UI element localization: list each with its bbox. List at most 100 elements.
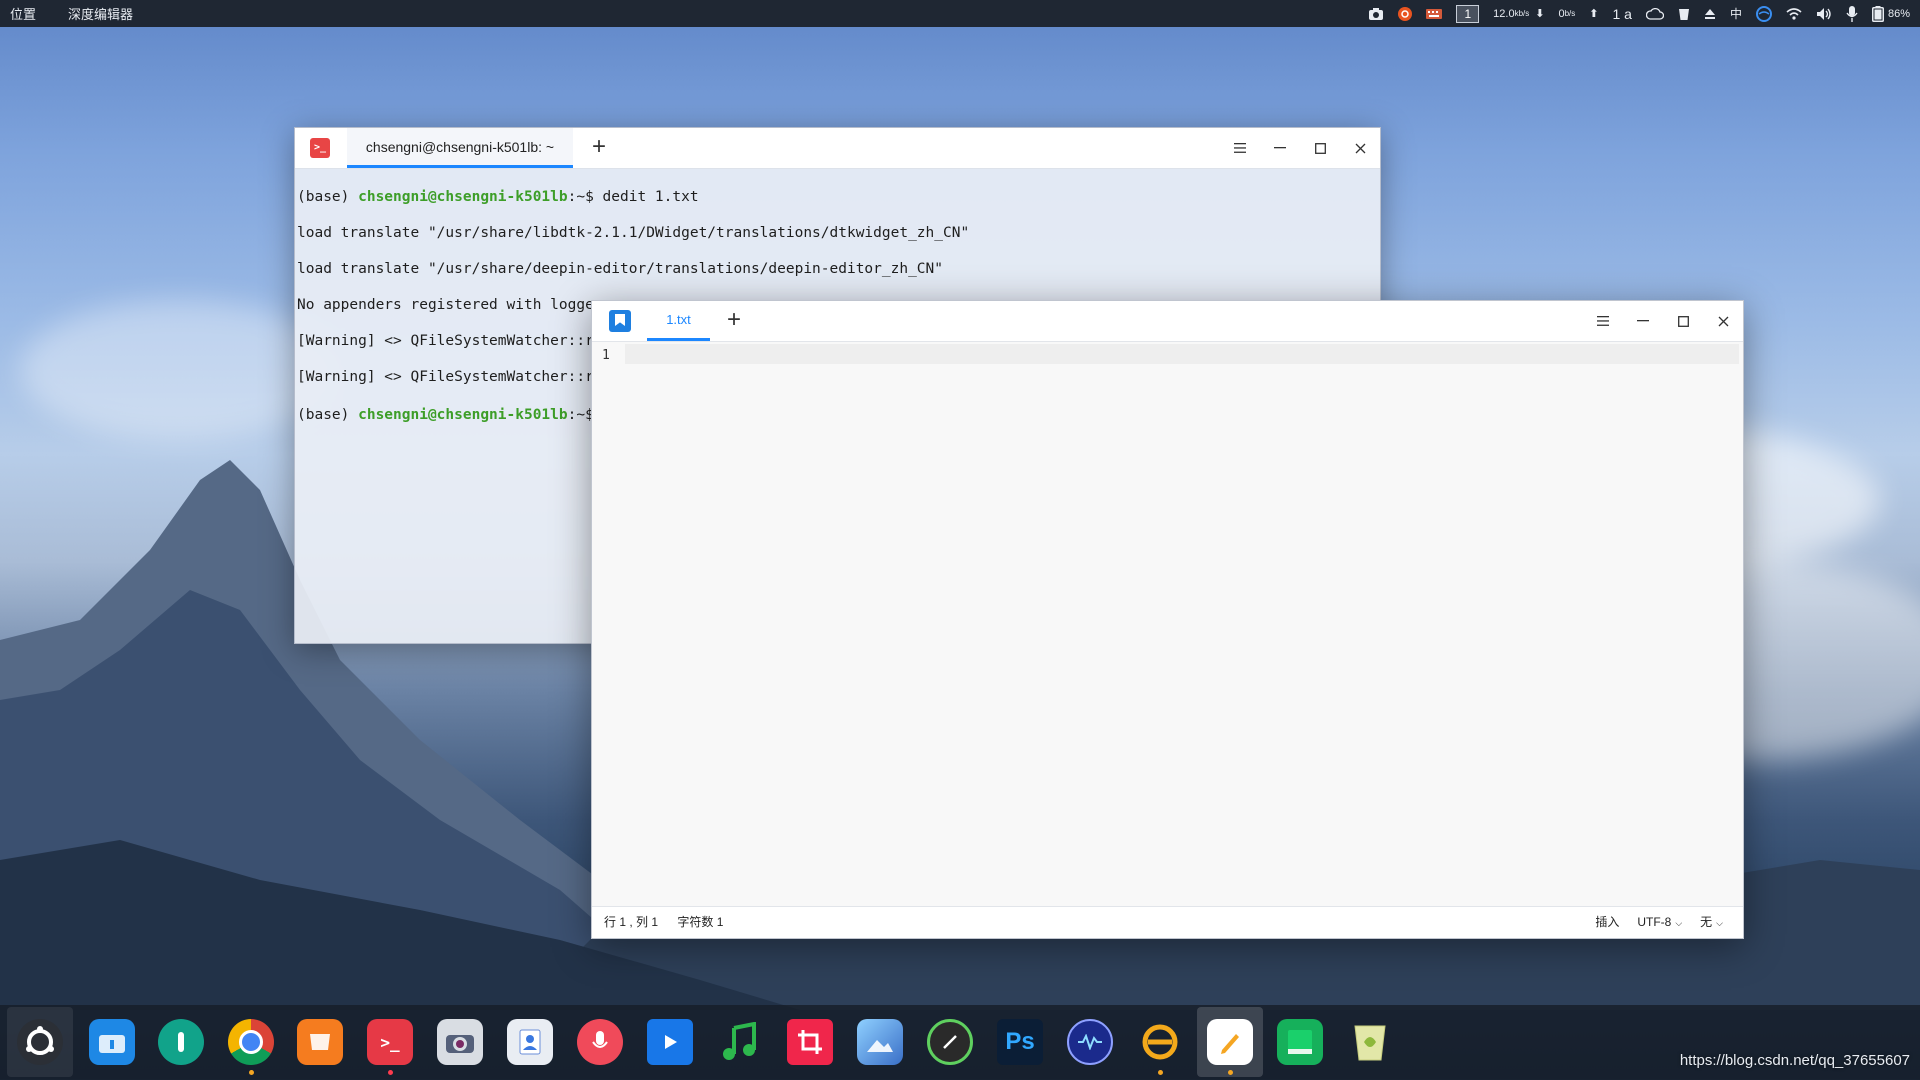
add-tab-icon[interactable]: +: [721, 308, 747, 334]
volume-icon[interactable]: [1816, 0, 1832, 27]
app-store-icon: [297, 1019, 343, 1065]
sunlogin-icon: [1137, 1019, 1183, 1065]
trash-icon: [1347, 1019, 1393, 1065]
trash-tray-icon[interactable]: [1678, 0, 1690, 27]
net-up-speed: 0 b/s ⬆: [1558, 0, 1598, 27]
highlight-value: 无: [1700, 915, 1713, 929]
chevron-down-icon: ⌵: [1716, 918, 1723, 928]
launcher-icon: [17, 1019, 63, 1065]
microphone-icon[interactable]: [1846, 0, 1858, 27]
dock-control-center[interactable]: [148, 1007, 214, 1077]
workspace-indicator[interactable]: 1: [1456, 0, 1480, 27]
wifi-icon[interactable]: [1786, 0, 1802, 27]
minimize-icon[interactable]: [1623, 301, 1663, 341]
encoding-select[interactable]: UTF-8 ⌵: [1637, 907, 1682, 939]
editor-titlebar[interactable]: 1.txt +: [592, 301, 1743, 342]
cloud: [20, 300, 340, 440]
char-count: 字符数 1: [677, 915, 724, 929]
audio-monitor-icon: [1067, 1019, 1113, 1065]
terminal-titlebar[interactable]: >_ chsengni@chsengni-k501lb: ~ +: [295, 128, 1380, 169]
net-down-speed: 12.0 kb/s ⬇: [1493, 0, 1544, 27]
battery-icon: [1871, 5, 1884, 22]
terminal-app-icon: >_: [310, 138, 330, 158]
dock-notes[interactable]: [1267, 1007, 1333, 1077]
editor-tab[interactable]: 1.txt: [647, 301, 710, 341]
dock-image-viewer[interactable]: [847, 1007, 913, 1077]
editor-window[interactable]: 1.txt + 1 行 1 , 列 1 字符数 1 插入 UTF-8 ⌵ 无 ⌵: [591, 300, 1744, 939]
terminal-window-controls: [1220, 128, 1380, 168]
top-panel: 位置 深度编辑器 1 12.0 kb/s ⬇ 0 b/s ⬆ 1 a 中 86%: [0, 0, 1920, 27]
maximize-icon[interactable]: [1300, 128, 1340, 168]
chrome-icon: [228, 1019, 274, 1065]
dock-trash[interactable]: [1337, 1007, 1403, 1077]
dock-launcher[interactable]: [7, 1007, 73, 1077]
screenshot-icon: [787, 1019, 833, 1065]
terminal-icon: >_: [367, 1019, 413, 1065]
cursor-position: 行 1 , 列 1: [604, 915, 659, 929]
dock-file-manager[interactable]: [79, 1007, 145, 1077]
control-center-icon: [158, 1019, 204, 1065]
ime-indicator[interactable]: 中: [1730, 0, 1742, 27]
dock-system-monitor[interactable]: [917, 1007, 983, 1077]
dock-text-editor[interactable]: [1197, 1007, 1263, 1077]
net-down-unit: kb/s: [1514, 9, 1530, 18]
menu-app-name[interactable]: 深度编辑器: [68, 4, 133, 23]
dock-audio-monitor[interactable]: [1057, 1007, 1123, 1077]
dock-voice-recorder[interactable]: [567, 1007, 633, 1077]
running-indicator: [249, 1070, 254, 1075]
dock-app-store[interactable]: [287, 1007, 353, 1077]
dock-camera[interactable]: [427, 1007, 493, 1077]
highlight-select[interactable]: 无 ⌵: [1700, 907, 1723, 939]
camera-icon: [437, 1019, 483, 1065]
net-down-value: 12.0: [1493, 7, 1515, 20]
text-editor-icon: [1207, 1019, 1253, 1065]
editor-text-area[interactable]: [625, 344, 1739, 904]
keyboard-tray-icon[interactable]: [1426, 0, 1443, 27]
system-monitor-icon: [927, 1019, 973, 1065]
battery-indicator[interactable]: 86%: [1871, 0, 1910, 27]
dock-contacts[interactable]: [497, 1007, 563, 1077]
dock-chrome[interactable]: [218, 1007, 284, 1077]
running-indicator: [1158, 1070, 1163, 1075]
arrow-up-icon: ⬆: [1589, 8, 1599, 20]
prompt-user: chsengni@chsengni-k501lb: [358, 407, 568, 423]
arrow-down-icon: ⬇: [1535, 8, 1545, 20]
movie-icon: [647, 1019, 693, 1065]
dock-screenshot[interactable]: [777, 1007, 843, 1077]
maximize-icon[interactable]: [1663, 301, 1703, 341]
watermark: https://blog.csdn.net/qq_37655607: [1679, 1052, 1910, 1069]
terminal-tab[interactable]: chsengni@chsengni-k501lb: ~: [347, 128, 573, 168]
photoshop-icon: Ps: [997, 1019, 1043, 1065]
prompt-env: (base): [297, 189, 359, 205]
battery-percent: 86%: [1887, 7, 1910, 20]
insert-mode[interactable]: 插入: [1595, 907, 1619, 939]
editor-app-icon: [609, 310, 631, 332]
close-icon[interactable]: [1340, 128, 1380, 168]
menu-icon[interactable]: [1220, 128, 1260, 168]
terminal-line: load translate "/usr/share/libdtk-2.1.1/…: [297, 225, 970, 241]
workspace-number: 1: [1456, 4, 1480, 23]
dock-movie[interactable]: [637, 1007, 703, 1077]
browser-tray-icon[interactable]: [1755, 0, 1772, 27]
eject-tray-icon[interactable]: [1704, 0, 1716, 27]
minimize-icon[interactable]: [1260, 128, 1300, 168]
dock-sunlogin[interactable]: [1127, 1007, 1193, 1077]
line-number: 1: [602, 348, 610, 363]
close-icon[interactable]: [1703, 301, 1743, 341]
prompt-user: chsengni@chsengni-k501lb: [358, 189, 568, 205]
dock-music[interactable]: [707, 1007, 773, 1077]
menu-icon[interactable]: [1583, 301, 1623, 341]
dock-terminal[interactable]: >_: [357, 1007, 423, 1077]
prompt-command: :~$ dedit 1.txt: [567, 189, 699, 205]
editor-statusbar: 行 1 , 列 1 字符数 1 插入 UTF-8 ⌵ 无 ⌵: [592, 906, 1743, 938]
chevron-down-icon: ⌵: [1675, 918, 1683, 928]
screenshot-tray-icon[interactable]: [1368, 0, 1384, 27]
line-number-gutter: 1: [592, 342, 622, 907]
menu-location[interactable]: 位置: [10, 4, 36, 23]
indicator-text[interactable]: 1 a: [1612, 0, 1631, 27]
terminal-line: (base) chsengni@chsengni-k501lb:~$ dedit…: [297, 188, 1376, 206]
dock-photoshop[interactable]: Ps: [987, 1007, 1053, 1077]
cloud-tray-icon[interactable]: [1645, 0, 1664, 27]
add-tab-icon[interactable]: +: [586, 135, 612, 161]
ubuntu-tray-icon[interactable]: [1398, 0, 1413, 27]
